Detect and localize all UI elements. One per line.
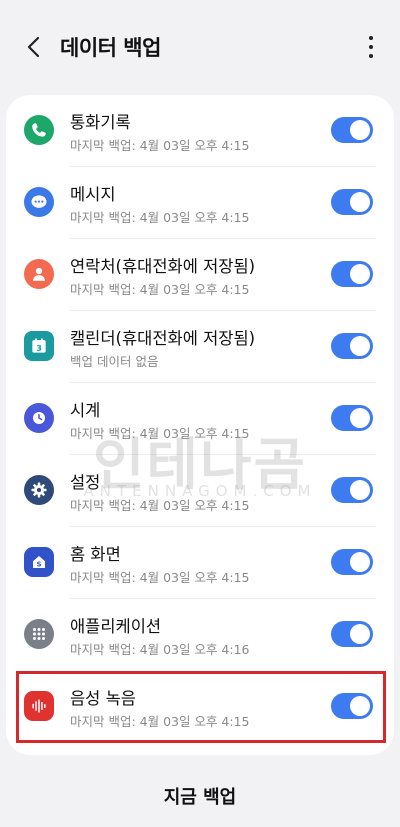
list-item-applications[interactable]: 애플리케이션 마지막 백업: 4월 03일 오후 4:16 — [6, 599, 394, 671]
gear-icon — [24, 475, 54, 505]
toggle-switch[interactable] — [331, 405, 373, 431]
item-label: 메시지 — [70, 185, 116, 204]
apps-icon — [24, 619, 54, 649]
message-icon — [24, 187, 54, 217]
toggle-switch[interactable] — [331, 189, 373, 215]
toggle-switch[interactable] — [331, 117, 373, 143]
calendar-icon: 3 — [24, 331, 54, 361]
item-label: 통화기록 — [70, 113, 131, 132]
clock-icon — [24, 403, 54, 433]
list-item-call-log[interactable]: 통화기록 마지막 백업: 4월 03일 오후 4:15 — [6, 95, 394, 167]
item-last-backup: 마지막 백업: 4월 03일 오후 4:15 — [70, 282, 250, 297]
app-header: 데이터 백업 — [0, 0, 400, 92]
item-last-backup: 마지막 백업: 4월 03일 오후 4:15 — [70, 498, 250, 513]
backup-now-button[interactable]: 지금 백업 — [0, 783, 400, 809]
more-options-button[interactable] — [366, 36, 376, 58]
item-label: 설정 — [70, 473, 101, 492]
toggle-switch[interactable] — [331, 621, 373, 647]
back-button[interactable] — [20, 33, 48, 61]
svg-text:3: 3 — [36, 343, 42, 353]
backup-items-card: 통화기록 마지막 백업: 4월 03일 오후 4:15 메시지 마지막 백업: … — [6, 95, 394, 755]
list-item-messages[interactable]: 메시지 마지막 백업: 4월 03일 오후 4:15 — [6, 167, 394, 239]
list-item-clock[interactable]: 시계 마지막 백업: 4월 03일 오후 4:15 — [6, 383, 394, 455]
list-item-contacts[interactable]: 연락처(휴대전화에 저장됨) 마지막 백업: 4월 03일 오후 4:15 — [6, 239, 394, 311]
item-label: 애플리케이션 — [70, 617, 162, 636]
phone-icon — [24, 115, 54, 145]
list-item-settings[interactable]: 설정 마지막 백업: 4월 03일 오후 4:15 — [6, 455, 394, 527]
dot-icon — [369, 54, 373, 58]
item-last-backup: 마지막 백업: 4월 03일 오후 4:15 — [70, 570, 250, 585]
item-last-backup: 마지막 백업: 4월 03일 오후 4:16 — [70, 642, 250, 657]
item-last-backup: 백업 데이터 없음 — [70, 354, 159, 369]
item-label: 시계 — [70, 401, 101, 420]
toggle-switch[interactable] — [331, 261, 373, 287]
list-item-calendar[interactable]: 3 캘린더(휴대전화에 저장됨) 백업 데이터 없음 — [6, 311, 394, 383]
svg-text:S: S — [37, 561, 42, 569]
toggle-switch[interactable] — [331, 333, 373, 359]
toggle-switch[interactable] — [331, 549, 373, 575]
page-title: 데이터 백업 — [60, 36, 161, 60]
home-icon: S — [24, 547, 54, 577]
chevron-left-icon — [27, 36, 40, 58]
toggle-switch[interactable] — [331, 477, 373, 503]
item-label: 연락처(휴대전화에 저장됨) — [70, 257, 256, 276]
item-last-backup: 마지막 백업: 4월 03일 오후 4:15 — [70, 210, 250, 225]
item-last-backup: 마지막 백업: 4월 03일 오후 4:15 — [70, 426, 250, 441]
highlight-box — [16, 671, 386, 743]
dot-icon — [369, 36, 373, 40]
list-item-home-screen[interactable]: S 홈 화면 마지막 백업: 4월 03일 오후 4:15 — [6, 527, 394, 599]
contact-icon — [24, 259, 54, 289]
dot-icon — [369, 45, 373, 49]
item-label: 홈 화면 — [70, 545, 121, 564]
item-label: 캘린더(휴대전화에 저장됨) — [70, 329, 256, 348]
item-last-backup: 마지막 백업: 4월 03일 오후 4:15 — [70, 138, 250, 153]
